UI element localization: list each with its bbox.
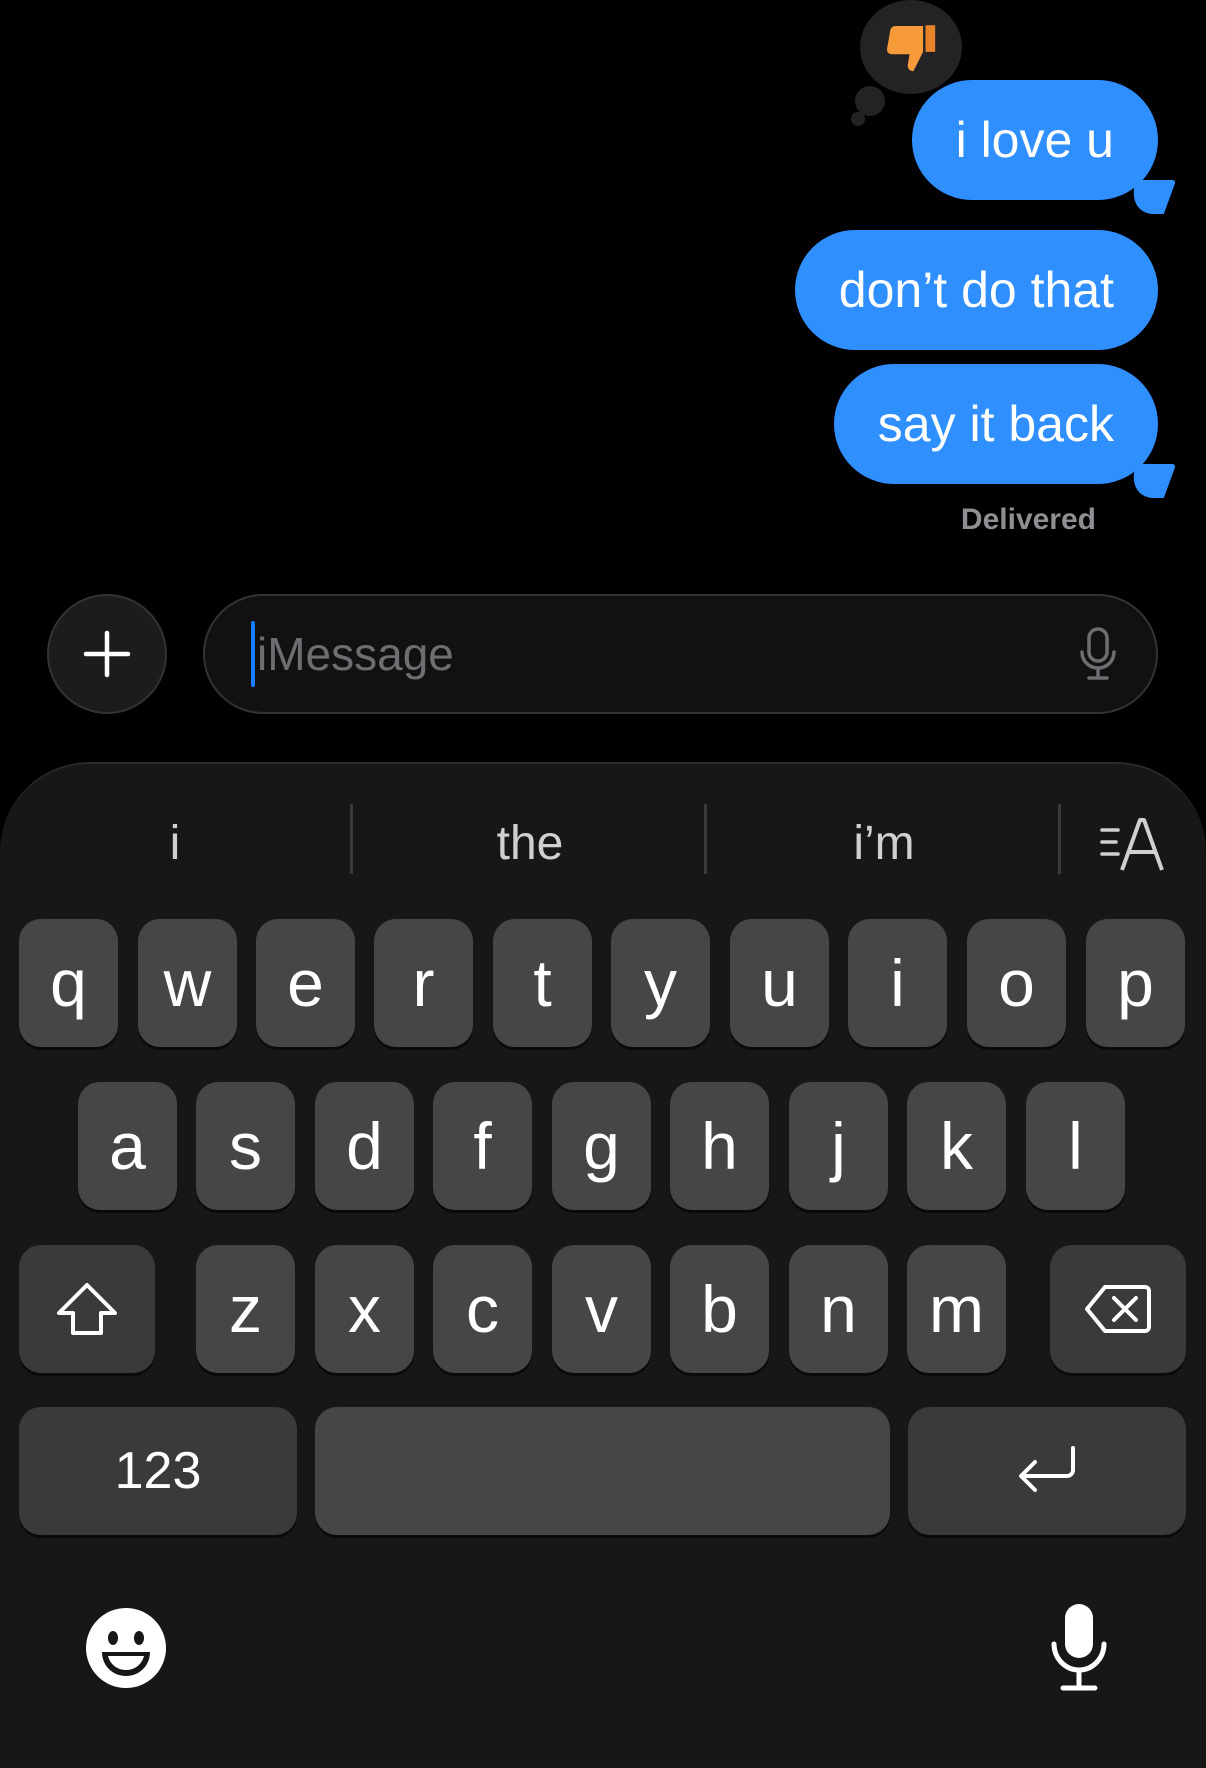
key-i[interactable]: i	[848, 919, 947, 1047]
text-format-button[interactable]	[1100, 814, 1170, 874]
key-t[interactable]: t	[493, 919, 592, 1047]
return-key[interactable]	[908, 1407, 1186, 1535]
prediction-suggestion[interactable]: i’m	[724, 804, 1044, 884]
prediction-suggestion[interactable]: the	[370, 804, 690, 884]
prediction-suggestion[interactable]: i	[20, 804, 330, 884]
add-attachment-button[interactable]	[47, 594, 167, 714]
key-n[interactable]: n	[789, 1245, 888, 1373]
prediction-divider	[704, 804, 707, 874]
key-r[interactable]: r	[374, 919, 473, 1047]
reaction-badge[interactable]	[860, 0, 962, 94]
key-j[interactable]: j	[789, 1082, 888, 1210]
space-bar[interactable]	[315, 1407, 890, 1535]
key-s[interactable]: s	[196, 1082, 295, 1210]
key-d[interactable]: d	[315, 1082, 414, 1210]
message-input[interactable]	[257, 627, 1070, 681]
key-c[interactable]: c	[433, 1245, 532, 1373]
emoji-icon	[86, 1608, 166, 1688]
microphone-icon	[1080, 627, 1116, 680]
key-a[interactable]: a	[78, 1082, 177, 1210]
prediction-bar: i the i’m	[0, 804, 1206, 884]
key-o[interactable]: o	[967, 919, 1066, 1047]
key-x[interactable]: x	[315, 1245, 414, 1373]
prediction-divider	[1058, 804, 1061, 874]
voice-message-button[interactable]	[1070, 619, 1126, 689]
dictation-icon	[1051, 1604, 1107, 1691]
delivery-status: Delivered	[960, 503, 1096, 536]
message-bubble[interactable]: don’t do that	[794, 230, 1158, 350]
key-z[interactable]: z	[196, 1245, 295, 1373]
shift-key[interactable]	[19, 1245, 155, 1373]
key-g[interactable]: g	[552, 1082, 651, 1210]
key-b[interactable]: b	[670, 1245, 769, 1373]
keyboard: i the i’m q w e r t y u i o p a s d f g …	[0, 762, 1206, 1768]
key-m[interactable]: m	[907, 1245, 1006, 1373]
key-q[interactable]: q	[19, 919, 118, 1047]
message-bubble[interactable]: i love u	[911, 80, 1158, 200]
return-icon	[1019, 1446, 1075, 1492]
message-text: i love u	[955, 112, 1114, 168]
key-f[interactable]: f	[433, 1082, 532, 1210]
key-k[interactable]: k	[907, 1082, 1006, 1210]
text-format-icon	[1100, 818, 1164, 871]
numbers-key[interactable]: 123	[19, 1407, 297, 1535]
thumbs-down-icon	[887, 25, 936, 72]
key-h[interactable]: h	[670, 1082, 769, 1210]
message-input-field[interactable]	[203, 594, 1158, 714]
delete-icon	[1085, 1285, 1151, 1333]
text-caret	[251, 621, 255, 687]
plus-icon	[83, 630, 131, 678]
prediction-divider	[350, 804, 353, 874]
key-u[interactable]: u	[730, 919, 829, 1047]
key-v[interactable]: v	[552, 1245, 651, 1373]
shift-icon	[57, 1283, 117, 1335]
delete-key[interactable]	[1050, 1245, 1186, 1373]
reaction-bubble-dot	[855, 86, 885, 116]
key-l[interactable]: l	[1026, 1082, 1125, 1210]
message-text: say it back	[877, 396, 1114, 452]
key-w[interactable]: w	[138, 919, 237, 1047]
key-y[interactable]: y	[611, 919, 710, 1047]
message-bubble[interactable]: say it back	[833, 364, 1158, 484]
key-p[interactable]: p	[1086, 919, 1185, 1047]
key-e[interactable]: e	[256, 919, 355, 1047]
dictation-button[interactable]	[1044, 1600, 1114, 1696]
emoji-button[interactable]	[84, 1606, 168, 1690]
message-text: don’t do that	[838, 262, 1114, 318]
